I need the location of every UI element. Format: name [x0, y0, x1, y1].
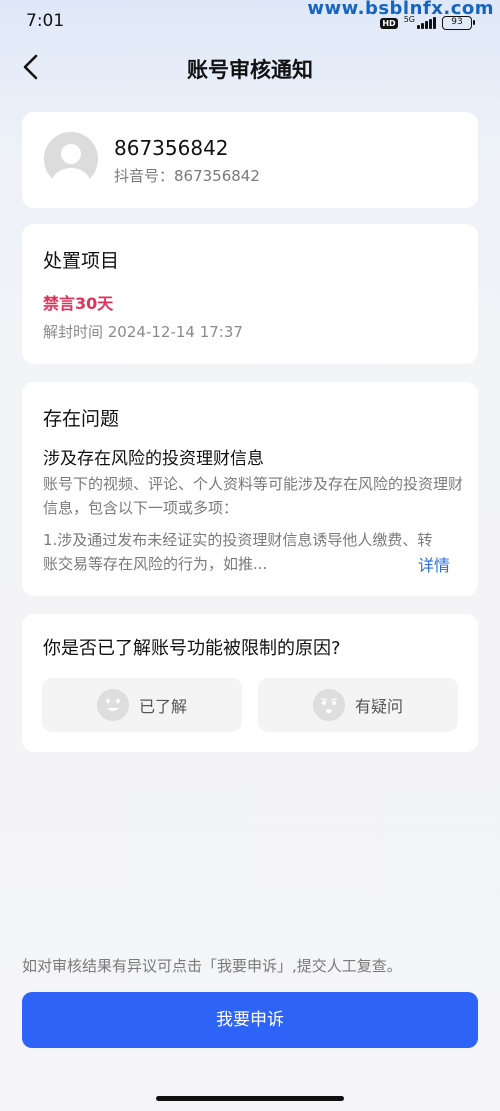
- page-title: 账号审核通知: [187, 58, 313, 82]
- header: 账号审核通知: [0, 44, 500, 90]
- question-button[interactable]: 有疑问: [258, 678, 458, 732]
- profile-card: 867356842 抖音号：867356842: [22, 112, 478, 208]
- status-icons: HD 5G 93: [380, 14, 475, 30]
- issue-card: 存在问题 涉及存在风险的投资理财信息 账号下的视频、评论、个人资料等可能涉及存在…: [22, 382, 478, 596]
- question-label: 有疑问: [354, 697, 403, 716]
- status-time: 7:01: [26, 11, 65, 31]
- detail-link[interactable]: 详情: [418, 552, 450, 576]
- avatar: [44, 132, 98, 186]
- feedback-question: 你是否已了解账号功能被限制的原因?: [43, 638, 341, 659]
- status-bar: 7:01 www.bsblnfx.com HD 5G 93: [0, 0, 500, 44]
- issue-subtitle: 涉及存在风险的投资理财信息: [43, 449, 264, 469]
- network-label: 5G: [403, 14, 415, 24]
- appeal-hint: 如对审核结果有异议可点击「我要申诉」,提交人工复查。: [22, 957, 402, 975]
- profile-name: 867356842: [114, 136, 229, 160]
- appeal-button[interactable]: 我要申诉: [22, 992, 478, 1048]
- signal-icon: [417, 17, 436, 29]
- smile-heart-eyes-icon: [96, 689, 129, 721]
- penalty-text: 禁言30天: [43, 294, 114, 313]
- issue-detail: 1.涉及通过发布未经证实的投资理财信息诱导他人缴费、转账交易等存在风险的行为，如…: [43, 531, 433, 573]
- unban-time: 解封时间 2024-12-14 17:37: [43, 323, 243, 341]
- battery-icon: 93: [442, 16, 475, 30]
- profile-douyin-id: 抖音号：867356842: [114, 167, 260, 185]
- confused-face-icon: [312, 689, 345, 721]
- issue-title: 存在问题: [43, 408, 120, 430]
- understood-button[interactable]: 已了解: [42, 678, 242, 732]
- disposal-card: 处置项目 禁言30天 解封时间 2024-12-14 17:37: [22, 224, 478, 364]
- disposal-title: 处置项目: [43, 250, 120, 272]
- default-avatar-icon: [44, 132, 98, 186]
- feedback-card: 你是否已了解账号功能被限制的原因? 已了解 有疑问: [22, 614, 478, 752]
- understood-label: 已了解: [138, 697, 187, 716]
- issue-description: 账号下的视频、评论、个人资料等可能涉及存在风险的投资理财信息，包含以下一项或多项…: [43, 475, 464, 517]
- hd-badge: HD: [380, 17, 398, 29]
- home-indicator[interactable]: [156, 1096, 344, 1101]
